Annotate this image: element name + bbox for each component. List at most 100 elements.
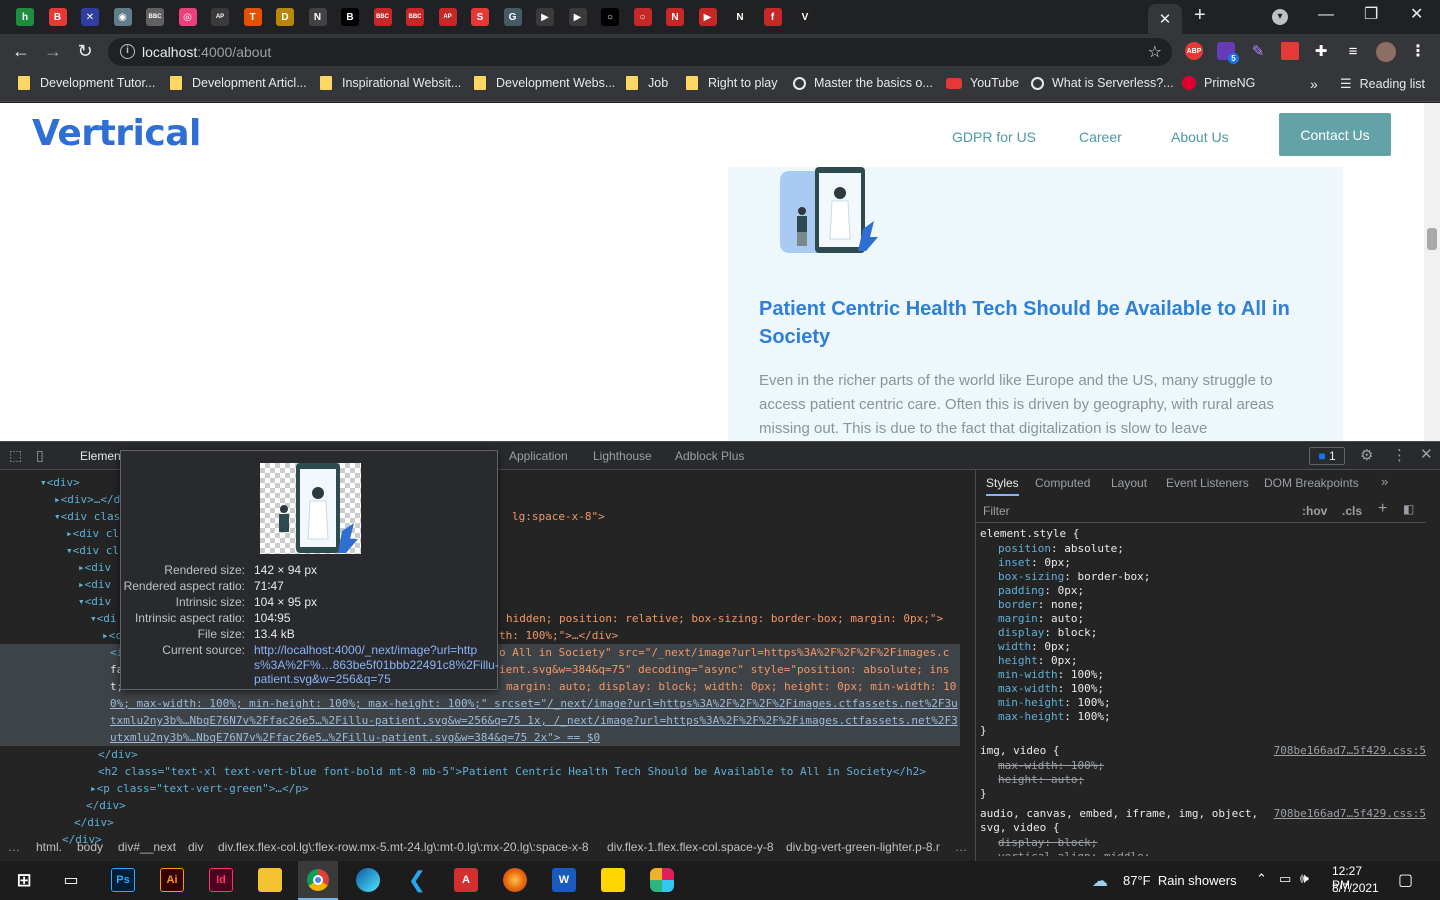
media-control-icon[interactable]: ≡ [1344, 42, 1362, 60]
breadcrumb-item[interactable]: … [8, 840, 20, 854]
sticky-notes-icon[interactable] [601, 868, 625, 892]
tab-favicon[interactable]: B [48, 8, 67, 26]
tab-favicon[interactable]: h [16, 8, 34, 26]
breadcrumb-item[interactable]: body [77, 840, 103, 854]
more-bookmarks-icon[interactable]: » [1310, 76, 1318, 92]
devtools-settings-icon[interactable]: ⚙ [1360, 446, 1373, 464]
style-property[interactable]: border: none; [998, 598, 1084, 612]
tab-favicon[interactable]: ▶ [536, 8, 554, 26]
address-bar[interactable]: i localhost:4000/about ☆ [108, 38, 1172, 66]
tab-favicon[interactable]: S [471, 8, 489, 26]
tab-favicon[interactable]: N [731, 8, 749, 26]
styles-tab[interactable]: Styles [986, 476, 1019, 496]
overridden-property[interactable]: display: block; [998, 836, 1097, 850]
bookmark-item[interactable]: YouTube [946, 76, 1019, 90]
tab-favicon[interactable]: V [796, 8, 814, 26]
style-property[interactable]: box-sizing: border-box; [998, 570, 1150, 584]
breadcrumb-item[interactable]: div [188, 840, 203, 854]
tab-favicon[interactable]: ✕ [81, 8, 99, 26]
page-scrollbar[interactable] [1424, 103, 1440, 441]
tab-favicon[interactable]: ○ [601, 8, 619, 26]
bookmark-item[interactable]: Development Tutor... [18, 76, 155, 90]
tab-favicon[interactable]: AP [438, 8, 457, 26]
tab-favicon[interactable]: G [503, 8, 522, 26]
photoshop-icon[interactable]: Ps [111, 868, 135, 892]
network-icon[interactable]: ▭ [1279, 871, 1291, 887]
styles-tab[interactable]: Event Listeners [1166, 476, 1249, 490]
dom-node-fragment[interactable]: th: 100%;">…</div> [499, 627, 949, 644]
styles-filter[interactable]: Filter :hov .cls + ◧ [976, 497, 1426, 523]
close-tab-icon[interactable]: ✕ [1159, 10, 1172, 28]
reload-icon[interactable]: ↻ [74, 41, 96, 62]
dom-node-fragment[interactable]: hidden; position: relative; box-sizing: … [506, 610, 956, 627]
style-property[interactable]: height: 0px; [998, 654, 1078, 668]
extension-badge-icon[interactable]: 5 [1217, 42, 1239, 64]
dom-node-line[interactable]: utxmlu2ny3b%…NbqE76N7v%2Ffac26e5…%2Fillu… [0, 729, 960, 746]
windows-start-icon[interactable]: ⊞ [12, 868, 36, 892]
firefox-icon[interactable] [503, 868, 527, 892]
contact-us-button[interactable]: Contact Us [1279, 113, 1391, 156]
devtools-menu-icon[interactable]: ⋮ [1392, 446, 1407, 464]
dom-node-fragment[interactable]: lg:space-x-8"> [512, 508, 962, 525]
reading-list-button[interactable]: ☰ Reading list [1340, 76, 1425, 92]
indesign-icon[interactable]: Id [209, 868, 233, 892]
style-property[interactable]: min-height: 100%; [998, 696, 1111, 710]
task-view-icon[interactable]: ▭ [59, 868, 83, 892]
chrome-taskbar-active[interactable] [298, 861, 338, 900]
tab-favicon[interactable]: ◎ [178, 8, 197, 26]
volume-icon[interactable]: 🕪 [1300, 870, 1309, 887]
forward-icon[interactable]: → [42, 41, 64, 62]
new-tab-icon[interactable]: + [1194, 4, 1206, 27]
inspect-element-icon[interactable]: ⬚ [9, 447, 22, 464]
dom-node-fragment[interactable]: o All in Society" src="/_next/image?url=… [499, 644, 949, 661]
breadcrumb-item[interactable]: div.bg-vert-green-lighter.p-8.r [786, 840, 940, 854]
tab-application[interactable]: Application [509, 449, 568, 463]
tab-favicon[interactable]: T [243, 8, 262, 26]
styles-tab[interactable]: DOM Breakpoints [1264, 476, 1359, 490]
nav-link-gdpr[interactable]: GDPR for US [952, 129, 1036, 145]
devtools-close-icon[interactable]: ✕ [1420, 445, 1433, 463]
site-logo[interactable]: Vertrical [32, 113, 201, 154]
word-icon[interactable]: W [552, 868, 576, 892]
tab-favicon[interactable]: ▶ [568, 8, 587, 26]
dom-node-line[interactable]: </div> [0, 814, 960, 831]
style-property[interactable]: position: absolute; [998, 542, 1124, 556]
bookmark-item[interactable]: What is Serverless?... [1031, 76, 1174, 90]
rule-source-link[interactable]: 708be166ad7…5f429.css:5 [1274, 744, 1426, 757]
bookmark-item[interactable]: Development Webs... [474, 76, 615, 90]
pen-extension-icon[interactable]: ✎ [1249, 42, 1267, 60]
tab-favicon[interactable]: ○ [633, 8, 652, 26]
breadcrumb-item[interactable]: html. [36, 840, 62, 854]
bookmark-item[interactable]: Right to play [686, 76, 777, 90]
style-property[interactable]: max-height: 100%; [998, 710, 1111, 724]
back-icon[interactable]: ← [10, 41, 32, 62]
edge-icon[interactable] [356, 868, 380, 892]
dom-node-line[interactable]: ▸<p class="text-vert-green">…</p> [0, 780, 960, 797]
bookmark-item[interactable]: Master the basics o... [793, 76, 933, 90]
style-property[interactable]: display: block; [998, 626, 1097, 640]
illustrator-icon[interactable]: Ai [160, 868, 184, 892]
bookmark-item[interactable]: Development Articl... [170, 76, 307, 90]
acrobat-icon[interactable]: A [454, 868, 478, 892]
file-explorer-icon[interactable] [258, 868, 282, 892]
nav-link-about[interactable]: About Us [1171, 129, 1229, 145]
page-scrollbar-thumb[interactable] [1427, 228, 1437, 250]
cls-toggle[interactable]: .cls [1342, 504, 1362, 518]
breadcrumb-item[interactable]: div.flex.flex-col.lg\:flex-row.mx-5.mt-2… [218, 840, 589, 854]
tray-chevron-icon[interactable]: ⌃ [1256, 871, 1267, 887]
tab-favicon[interactable]: AP [211, 8, 229, 26]
tab-favicon[interactable]: BBC [406, 8, 424, 26]
tab-favicon[interactable]: ◉ [113, 8, 132, 26]
nav-link-career[interactable]: Career [1079, 129, 1122, 145]
style-property[interactable]: max-width: 100%; [998, 682, 1104, 696]
tab-favicon[interactable]: D [276, 8, 294, 26]
overridden-property[interactable]: vertical-align: middle; [998, 850, 1150, 856]
rule-source-link[interactable]: 708be166ad7…5f429.css:5 [1274, 807, 1426, 820]
element-style-selector[interactable]: element.style { [980, 527, 1079, 541]
tab-favicon[interactable]: BBC [146, 8, 164, 26]
style-property[interactable]: margin: auto; [998, 612, 1084, 626]
tab-lighthouse[interactable]: Lighthouse [593, 449, 652, 463]
style-property[interactable]: min-width: 100%; [998, 668, 1104, 682]
style-property[interactable]: padding: 0px; [998, 584, 1084, 598]
menu-kebab-icon[interactable]: ⋮ [1409, 42, 1427, 60]
